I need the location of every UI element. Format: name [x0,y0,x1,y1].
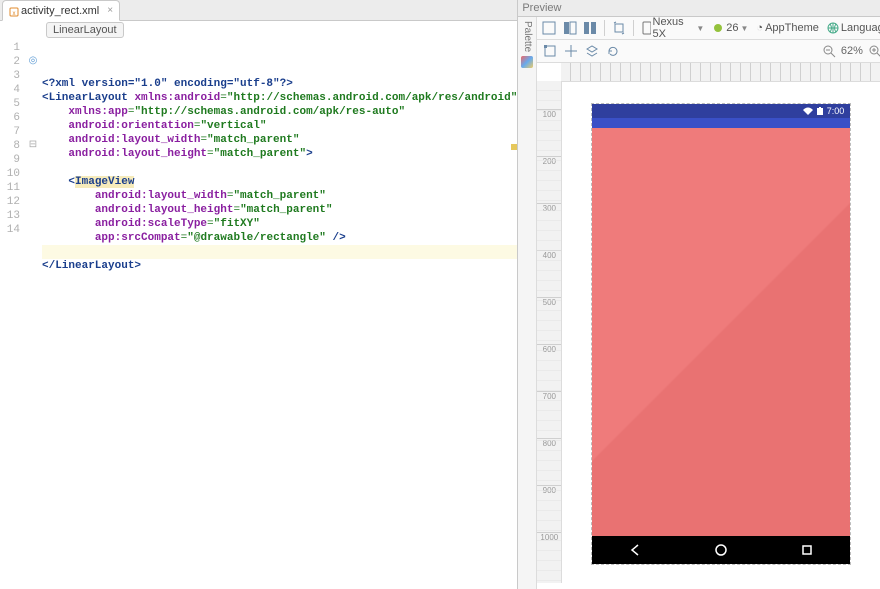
line-number-gutter: 1234567891011121314 [0,39,24,589]
gutter-markers: ◎⊟ [24,39,42,589]
device-frame[interactable]: 7:00 [592,104,850,564]
locale-selector[interactable]: Language ▼ [825,22,880,34]
device-selector[interactable]: Nexus 5X ▼ [640,16,707,40]
globe-icon [827,22,839,34]
preview-pane: Preview Palette Nexus 5X [518,0,880,589]
warning-stripe[interactable] [511,144,517,150]
code-text[interactable]: <?xml version="1.0" encoding="utf-8"?><L… [42,39,517,589]
palette-icon [521,56,533,68]
palette-label[interactable]: Palette [522,21,533,52]
preview-toolbar-2: 62% [537,40,880,63]
refresh-icon[interactable] [604,42,622,60]
nav-recent-icon[interactable] [800,543,814,557]
api-selector[interactable]: 26 ▼ [710,22,750,34]
close-icon[interactable]: × [107,5,113,16]
blueprint-view-icon[interactable] [561,19,577,37]
zoom-label[interactable]: 62% [841,45,863,57]
zoom-in-icon[interactable] [866,42,880,60]
editor-pane: x activity_rect.xml × LinearLayout 12345… [0,0,518,589]
theme-label: AppTheme [765,22,819,34]
theme-selector[interactable]: ◔ AppTheme [754,22,820,34]
preview-canvas[interactable]: 1002003004005006007008009001000 7:00 [537,63,880,589]
app-bar [592,118,850,128]
editor-tabbar: x activity_rect.xml × [0,0,517,21]
status-time: 7:00 [827,106,845,116]
zoom-out-icon[interactable] [820,42,838,60]
pan-icon[interactable] [562,42,580,60]
code-area[interactable]: 1234567891011121314 ◎⊟ <?xml version="1.… [0,39,517,589]
imageview-content[interactable] [592,128,850,536]
palette-gutter[interactable]: Palette [518,17,537,589]
editor-tab-active[interactable]: x activity_rect.xml × [2,0,120,21]
editor-tab-label: activity_rect.xml [21,5,99,17]
breadcrumb: LinearLayout [0,21,517,39]
layers-icon[interactable] [583,42,601,60]
select-icon[interactable] [541,42,559,60]
theme-icon: ◔ [756,22,763,34]
wifi-icon [803,107,813,115]
xml-file-icon: x [9,7,17,15]
both-view-icon[interactable] [582,19,598,37]
nav-home-icon[interactable] [714,543,728,557]
preview-panel-title: Preview [518,0,880,17]
chevron-down-icon: ▼ [696,24,704,33]
chevron-down-icon: ▼ [741,24,749,33]
device-selector-label: Nexus 5X [653,16,695,40]
battery-icon [817,107,823,115]
orientation-icon[interactable] [611,19,627,37]
api-label: 26 [726,22,738,34]
status-bar: 7:00 [592,104,850,118]
ruler-horizontal [561,63,880,82]
svg-text:x: x [13,11,16,17]
locale-label: Language [841,22,880,34]
phone-icon [642,21,651,35]
preview-toolbar-1: Nexus 5X ▼ 26 ▼ ◔ AppTheme Language [537,17,880,40]
nav-back-icon[interactable] [628,543,642,557]
design-view-icon[interactable] [541,19,557,37]
nav-bar [592,536,850,564]
ruler-vertical: 1002003004005006007008009001000 [537,81,562,583]
layout-bounds[interactable]: 7:00 [591,103,851,565]
breadcrumb-root[interactable]: LinearLayout [46,22,124,38]
android-icon [712,22,724,34]
